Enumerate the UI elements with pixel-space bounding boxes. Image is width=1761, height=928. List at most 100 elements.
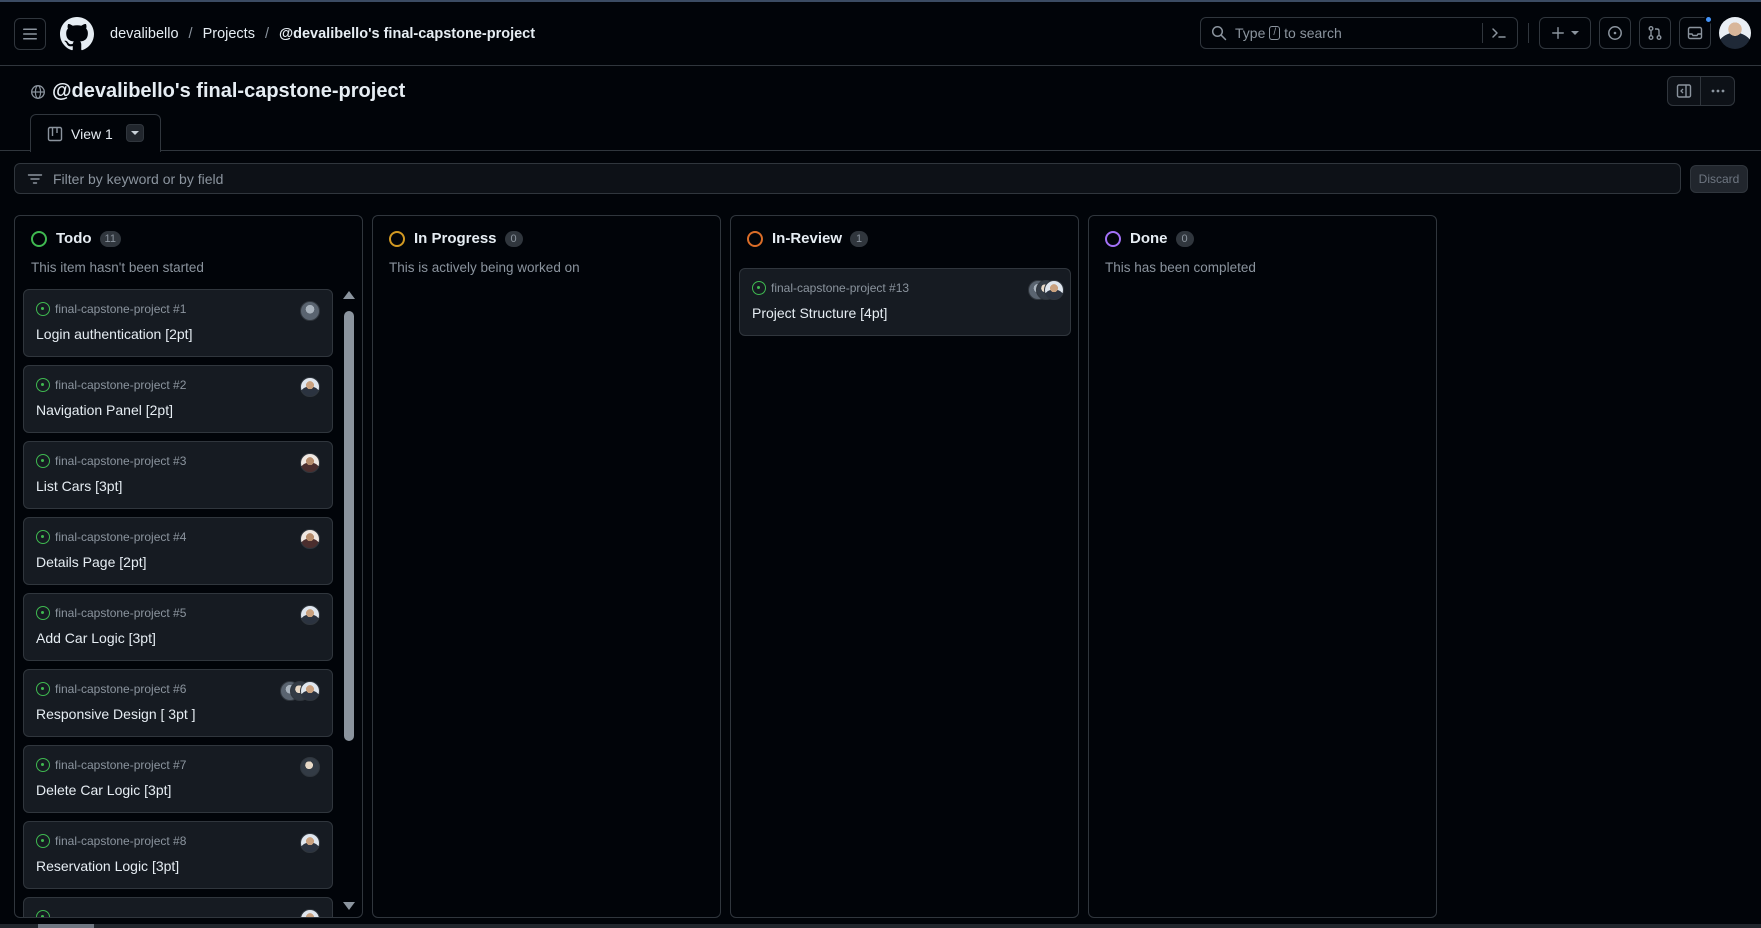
card-ref-text[interactable]: final-capstone-project #8 (55, 834, 186, 848)
issue-opened-icon (1608, 26, 1622, 40)
command-palette-icon[interactable] (1491, 25, 1507, 41)
column-title: Todo (56, 230, 92, 247)
notification-indicator (1704, 15, 1713, 24)
issue-card[interactable]: final-capstone-project #4 Details Page [… (23, 517, 333, 585)
column-count: 0 (1175, 230, 1194, 247)
plus-icon (1552, 27, 1564, 39)
assignee-avatar[interactable] (300, 605, 320, 625)
create-new-button[interactable] (1539, 17, 1591, 49)
tab-view-1[interactable]: View 1 (30, 114, 161, 152)
card-reference: final-capstone-project #8 (36, 834, 186, 848)
card-title[interactable]: Project Structure [4pt] (752, 305, 887, 321)
column-header: Done 0 (1105, 230, 1194, 247)
issue-card[interactable]: final-capstone-project #13 Project Struc… (739, 268, 1071, 336)
card-ref-text[interactable]: final-capstone-project #1 (55, 302, 186, 316)
card-title[interactable]: Responsive Design [ 3pt ] (36, 706, 196, 722)
issues-button[interactable] (1599, 17, 1631, 49)
toggle-sidebar-button[interactable] (1667, 76, 1701, 106)
status-todo-icon (31, 230, 47, 247)
card-title[interactable]: Details Page [2pt] (36, 554, 147, 570)
search-shortcut-key: / (1269, 26, 1281, 40)
github-logo[interactable] (60, 16, 94, 51)
view-options-dropdown[interactable] (126, 124, 144, 142)
card-reference: final-capstone-project #2 (36, 378, 186, 392)
column-header: In-Review 1 (747, 230, 869, 247)
assignee-avatar[interactable] (300, 681, 320, 701)
issue-opened-icon (36, 910, 50, 917)
card-title[interactable]: Navigation Panel [2pt] (36, 402, 173, 418)
column-header: Todo 11 (31, 230, 121, 247)
kebab-horizontal-icon (1711, 89, 1724, 93)
filter-input[interactable]: Filter by keyword or by field (14, 163, 1681, 194)
issue-card[interactable]: final-capstone-project #6 Responsive Des… (23, 669, 333, 737)
inbox-button[interactable] (1679, 15, 1713, 49)
tab-label: View 1 (71, 125, 113, 142)
breadcrumb-owner[interactable]: devalibello (110, 26, 179, 42)
inbox-icon (1687, 26, 1703, 40)
discard-button[interactable]: Discard (1690, 165, 1748, 193)
horizontal-scroll-thumb[interactable] (38, 924, 94, 928)
card-reference: final-capstone-project #3 (36, 454, 186, 468)
filter-placeholder: Filter by keyword or by field (53, 170, 224, 187)
card-title[interactable]: Login authentication [2pt] (36, 326, 192, 342)
issue-opened-icon (36, 682, 50, 696)
assignee-avatar[interactable] (1044, 280, 1064, 300)
breadcrumb-project[interactable]: @devalibello's final-capstone-project (279, 26, 535, 42)
card-ref-text[interactable]: final-capstone-project #3 (55, 454, 186, 468)
global-header: devalibello / Projects / @devalibello's … (0, 2, 1761, 66)
card-ref-text[interactable]: final-capstone-project #6 (55, 682, 186, 696)
assignee-avatar[interactable] (300, 377, 320, 397)
breadcrumb: devalibello / Projects / @devalibello's … (110, 26, 535, 42)
card-ref-text[interactable]: final-capstone-project #2 (55, 378, 186, 392)
issue-card[interactable]: final-capstone-project #3 List Cars [3pt… (23, 441, 333, 509)
status-done-icon (1105, 230, 1121, 247)
card-ref-text[interactable]: final-capstone-project #7 (55, 758, 186, 772)
scroll-up-arrow[interactable] (343, 291, 355, 299)
issue-card[interactable]: final-capstone-project #2 Navigation Pan… (23, 365, 333, 433)
card-ref-text[interactable]: final-capstone-project #4 (55, 530, 186, 544)
search-icon (1211, 25, 1227, 41)
issue-opened-icon (36, 758, 50, 772)
assignee-avatar[interactable] (300, 301, 320, 321)
more-options-button[interactable] (1701, 76, 1735, 106)
issue-card-partial[interactable] (23, 897, 333, 917)
column-scrollbar[interactable] (341, 289, 357, 914)
issue-card[interactable]: final-capstone-project #1 Login authenti… (23, 289, 333, 357)
issue-card[interactable]: final-capstone-project #5 Add Car Logic … (23, 593, 333, 661)
assignee-avatar[interactable] (300, 453, 320, 473)
assignee-avatar[interactable] (300, 529, 320, 549)
pull-requests-button[interactable] (1639, 17, 1671, 49)
search-input[interactable]: Type / to search (1200, 17, 1518, 49)
user-avatar[interactable] (1719, 17, 1751, 49)
git-pull-request-icon (1648, 26, 1662, 40)
assignee-avatar[interactable] (300, 757, 320, 777)
issue-card[interactable]: final-capstone-project #7 Delete Car Log… (23, 745, 333, 813)
breadcrumb-projects[interactable]: Projects (203, 26, 255, 42)
column-in-progress: In Progress 0 This is actively being wor… (372, 215, 721, 918)
menu-button[interactable] (14, 17, 46, 50)
page-title: @devalibello's final-capstone-project (52, 80, 406, 102)
sidebar-icon (1676, 84, 1692, 98)
card-ref-text[interactable]: final-capstone-project #13 (771, 281, 909, 295)
assignee-avatar[interactable] (300, 833, 320, 853)
scroll-thumb[interactable] (344, 311, 354, 741)
scroll-down-arrow[interactable] (343, 902, 355, 910)
breadcrumb-separator: / (264, 25, 269, 42)
assignee-avatar[interactable] (300, 909, 320, 917)
card-title[interactable]: List Cars [3pt] (36, 478, 122, 494)
filter-icon (27, 173, 43, 184)
card-reference: final-capstone-project #1 (36, 302, 186, 316)
issue-opened-icon (36, 530, 50, 544)
globe-icon (31, 84, 45, 99)
triangle-down-icon (131, 131, 139, 135)
project-board-icon (47, 126, 63, 141)
column-description: This is actively being worked on (389, 260, 580, 275)
card-title[interactable]: Delete Car Logic [3pt] (36, 782, 171, 798)
issue-card[interactable]: final-capstone-project #8 Reservation Lo… (23, 821, 333, 889)
issue-opened-icon (36, 378, 50, 392)
card-title[interactable]: Add Car Logic [3pt] (36, 630, 156, 646)
card-ref-text[interactable]: final-capstone-project #5 (55, 606, 186, 620)
column-description: This item hasn't been started (31, 260, 204, 275)
card-title[interactable]: Reservation Logic [3pt] (36, 858, 179, 874)
horizontal-scrollbar[interactable] (0, 924, 1761, 928)
